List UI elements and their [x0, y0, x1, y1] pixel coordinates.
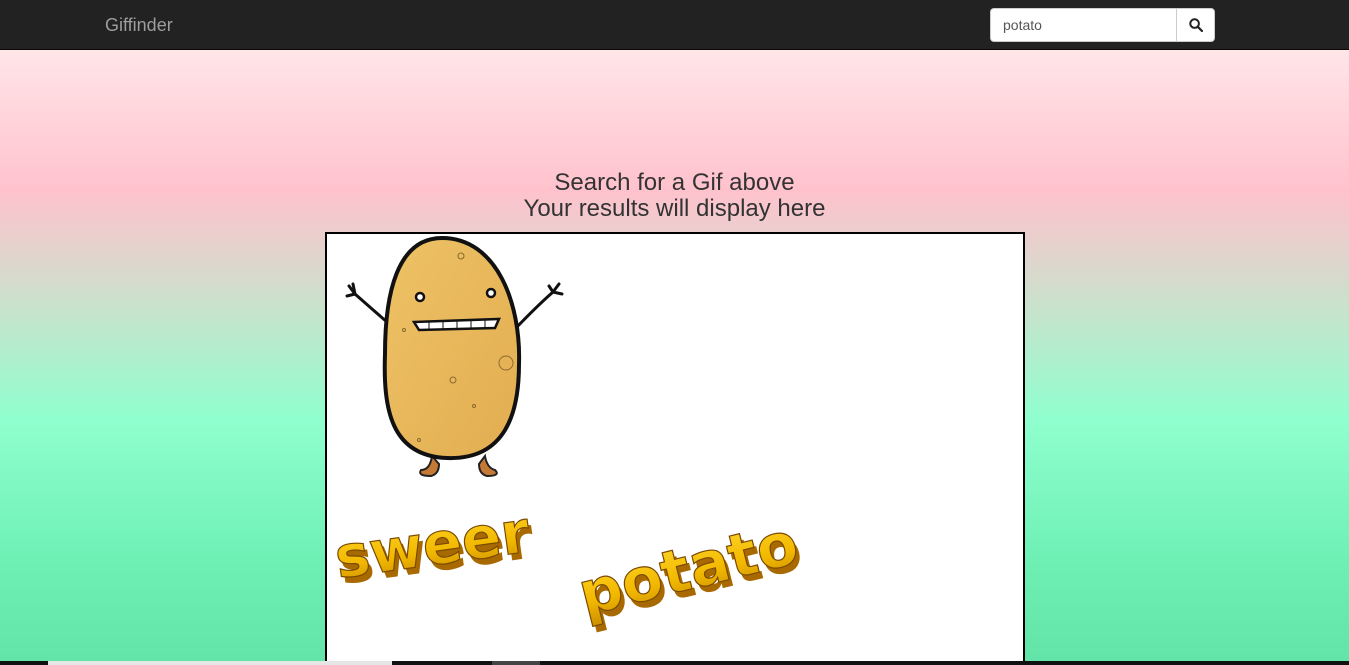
- word-art-sweer: sweer sweer: [330, 497, 538, 598]
- headline-line-2: Your results will display here: [523, 195, 826, 222]
- navbar: Giffinder: [0, 0, 1349, 50]
- search-form: [990, 8, 1215, 42]
- potato-body: [382, 235, 522, 461]
- word-art-potato: potato potato: [571, 508, 809, 637]
- bottom-edge-strip: [0, 661, 1349, 665]
- potato-mouth: [411, 317, 501, 332]
- brand-link[interactable]: Giffinder: [105, 14, 173, 36]
- svg-text:sweer: sweer: [331, 497, 534, 592]
- bottom-strip-segment: [48, 661, 392, 665]
- potato-gif-image[interactable]: sweer sweer potato potato: [327, 234, 1025, 665]
- potato-right-arm: [513, 282, 564, 331]
- headline-line-1: Search for a Gif above: [554, 169, 795, 196]
- gif-result-container: sweer sweer potato potato: [325, 232, 1025, 665]
- search-button[interactable]: [1176, 8, 1215, 42]
- results-headline: Search for a Gif above Your results will…: [0, 170, 1349, 222]
- search-icon: [1188, 18, 1203, 32]
- search-input[interactable]: [990, 8, 1176, 42]
- bottom-strip-segment: [492, 661, 540, 665]
